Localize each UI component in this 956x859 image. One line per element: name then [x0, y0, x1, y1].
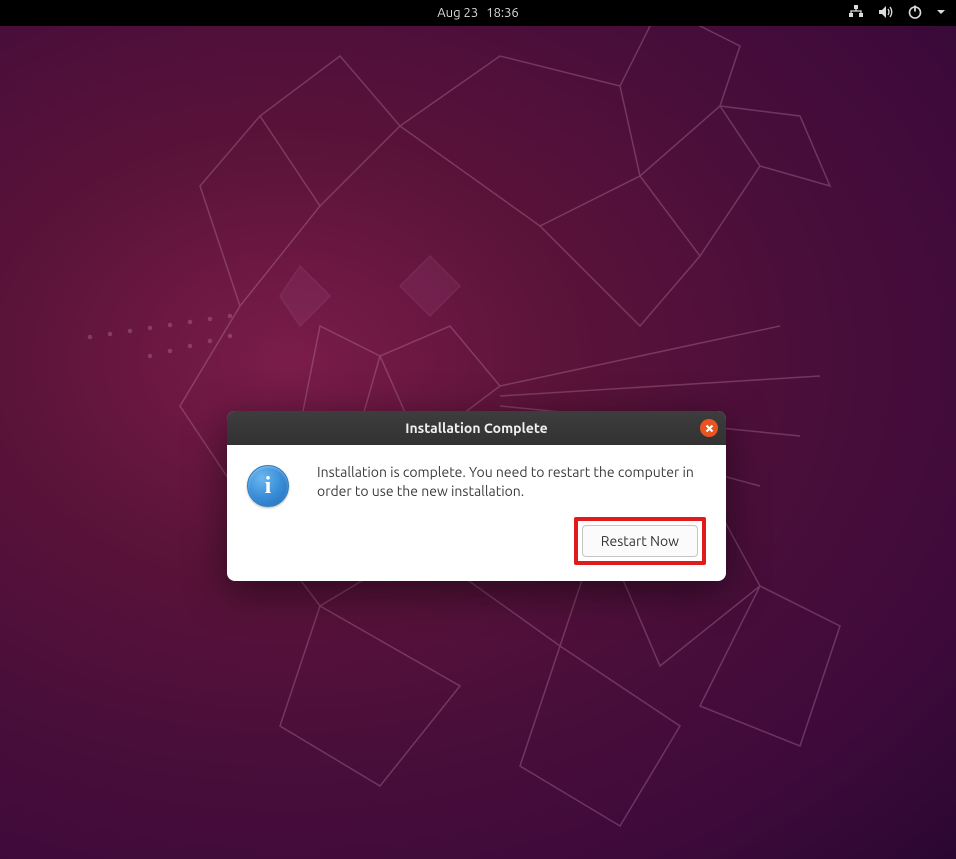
- desktop-wallpaper: Installation Complete i Installation is …: [0, 26, 956, 859]
- date-text: Aug 23: [437, 6, 478, 20]
- dialog-content: Installation is complete. You need to re…: [317, 463, 706, 565]
- chevron-down-icon[interactable]: [936, 6, 946, 20]
- network-icon[interactable]: [848, 5, 864, 22]
- dialog-title: Installation Complete: [405, 420, 547, 436]
- restart-highlight: Restart Now: [574, 517, 706, 565]
- clock[interactable]: Aug 23 18:36: [437, 6, 519, 20]
- power-icon[interactable]: [908, 5, 922, 22]
- top-bar: Aug 23 18:36: [0, 0, 956, 26]
- dialog-titlebar[interactable]: Installation Complete: [227, 411, 726, 445]
- dialog-actions: Restart Now: [317, 517, 706, 565]
- close-icon: [705, 424, 714, 433]
- info-icon: i: [247, 465, 289, 507]
- volume-icon[interactable]: [878, 5, 894, 22]
- restart-now-button[interactable]: Restart Now: [582, 525, 698, 557]
- installation-complete-dialog: Installation Complete i Installation is …: [227, 411, 726, 581]
- dialog-message: Installation is complete. You need to re…: [317, 463, 706, 501]
- time-text: 18:36: [486, 6, 519, 20]
- dialog-body: i Installation is complete. You need to …: [227, 445, 726, 581]
- system-indicators[interactable]: [848, 5, 946, 22]
- close-button[interactable]: [700, 419, 718, 437]
